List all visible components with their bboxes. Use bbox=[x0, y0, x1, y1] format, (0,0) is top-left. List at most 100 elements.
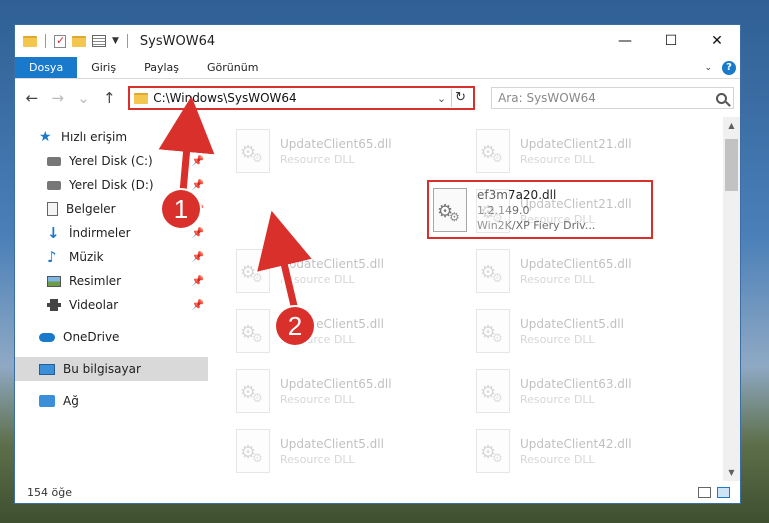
file-description: Resource DLL bbox=[520, 392, 595, 406]
address-path[interactable]: C:\Windows\SysWOW64 bbox=[153, 91, 432, 105]
dll-file-icon bbox=[476, 309, 510, 353]
dll-file-icon bbox=[476, 129, 510, 173]
file-description: Resource DLL bbox=[520, 332, 595, 346]
dll-file-icon bbox=[476, 429, 510, 473]
list-item[interactable]: UpdateClient5.dllResource DLL bbox=[232, 301, 462, 361]
tab-dosya[interactable]: Dosya bbox=[15, 57, 78, 78]
vertical-scrollbar[interactable]: ▲ ▼ bbox=[723, 117, 740, 481]
pin-icon[interactable]: 📌 bbox=[192, 300, 204, 311]
scroll-up-icon[interactable]: ▲ bbox=[723, 117, 740, 134]
file-description: Resource DLL bbox=[520, 152, 595, 166]
dll-file-icon bbox=[236, 309, 270, 353]
chevron-down-icon[interactable]: ⌄ bbox=[437, 92, 446, 105]
document-icon bbox=[47, 202, 58, 216]
search-icon[interactable] bbox=[715, 92, 727, 104]
callout-badge-2: 2 bbox=[276, 307, 314, 345]
list-item[interactable]: UpdateClient42.dllResource DLL bbox=[472, 421, 702, 481]
maximize-button[interactable]: ☐ bbox=[648, 25, 694, 57]
list-item[interactable]: UpdateClient65.dllResource DLL bbox=[232, 121, 462, 181]
file-description: Resource DLL bbox=[280, 452, 355, 466]
file-name: UpdateClient63.dll bbox=[520, 376, 632, 391]
music-note-icon: ♪ bbox=[47, 248, 57, 266]
customize-toolbar-icon[interactable] bbox=[92, 35, 106, 47]
tab-gorunum[interactable]: Görünüm bbox=[193, 57, 272, 78]
list-item[interactable]: UpdateClient21.dllResource DLL bbox=[472, 181, 702, 241]
file-name: UpdateClient65.dll bbox=[280, 136, 392, 151]
expand-ribbon-icon[interactable]: ⌄ bbox=[704, 63, 712, 73]
file-name: UpdateClient65.dll bbox=[280, 376, 392, 391]
list-item[interactable]: UpdateClient65.dllResource DLL bbox=[232, 361, 462, 421]
file-description: Resource DLL bbox=[280, 272, 355, 286]
dll-file-icon bbox=[236, 129, 270, 173]
sidebar-item-disk-c[interactable]: Yerel Disk (C:) 📌 bbox=[15, 149, 208, 173]
sidebar-item-label: Yerel Disk (C:) bbox=[69, 154, 153, 168]
pin-icon[interactable]: 📌 bbox=[192, 276, 204, 287]
minimize-button[interactable]: — bbox=[602, 25, 648, 57]
star-icon: ★ bbox=[39, 129, 52, 145]
tab-paylas[interactable]: Paylaş bbox=[130, 57, 193, 78]
sidebar-item-label: Müzik bbox=[69, 250, 104, 264]
pin-icon[interactable]: 📌 bbox=[192, 156, 204, 167]
file-description: Resource DLL bbox=[520, 452, 595, 466]
network-icon bbox=[39, 395, 55, 407]
list-item[interactable]: UpdateClient5.dllResource DLL bbox=[232, 421, 462, 481]
forward-arrow-icon[interactable]: → bbox=[47, 89, 69, 107]
sidebar-item-label: İndirmeler bbox=[69, 226, 131, 240]
search-input[interactable]: Ara: SysWOW64 bbox=[491, 87, 734, 109]
pin-icon[interactable]: 📌 bbox=[192, 180, 204, 191]
scroll-thumb[interactable] bbox=[725, 139, 738, 191]
sidebar-item-network[interactable]: Ağ bbox=[15, 389, 208, 413]
help-icon[interactable]: ? bbox=[722, 60, 736, 75]
close-button[interactable]: ✕ bbox=[694, 25, 740, 57]
pin-icon[interactable]: 📌 bbox=[192, 252, 204, 263]
up-arrow-icon[interactable]: ↑ bbox=[98, 89, 120, 107]
sidebar-item-onedrive[interactable]: OneDrive bbox=[15, 325, 208, 349]
file-description: Resource DLL bbox=[280, 392, 355, 406]
tab-giris[interactable]: Giriş bbox=[77, 57, 130, 78]
sidebar-item-label: Belgeler bbox=[66, 202, 116, 216]
toolbar-separator bbox=[126, 34, 128, 48]
file-name: UpdateClient42.dll bbox=[520, 436, 632, 451]
file-name: UpdateClient21.dll bbox=[520, 136, 632, 151]
file-name: UpdateClient5.dll bbox=[280, 436, 384, 451]
cloud-icon bbox=[39, 332, 55, 342]
picture-icon bbox=[47, 275, 61, 287]
address-bar[interactable]: C:\Windows\SysWOW64 ⌄ ↻ bbox=[128, 86, 476, 110]
disk-icon bbox=[47, 156, 61, 166]
sidebar-item-this-pc[interactable]: Bu bilgisayar bbox=[15, 357, 208, 381]
status-bar: 154 öğe bbox=[15, 481, 740, 503]
sidebar-item-videos[interactable]: Videolar 📌 bbox=[15, 293, 208, 317]
list-item[interactable]: UpdateClient5.dllResource DLL bbox=[232, 241, 462, 301]
recent-chevron-icon[interactable]: ⌄ bbox=[73, 89, 95, 107]
list-item[interactable]: UpdateClient65.dllResource DLL bbox=[472, 241, 702, 301]
sidebar-item-label: Bu bilgisayar bbox=[63, 362, 141, 376]
refresh-icon[interactable]: ↻ bbox=[451, 89, 469, 107]
large-icons-view-icon[interactable] bbox=[717, 486, 730, 498]
sidebar-item-label: Resimler bbox=[69, 274, 122, 288]
computer-icon bbox=[39, 363, 55, 375]
sidebar-item-music[interactable]: ♪ Müzik 📌 bbox=[15, 245, 208, 269]
scroll-down-icon[interactable]: ▼ bbox=[723, 464, 740, 481]
list-item[interactable]: UpdateClient21.dllResource DLL bbox=[472, 121, 702, 181]
sidebar-item-quick-access[interactable]: ★ Hızlı erişim bbox=[15, 125, 208, 149]
window-controls: — ☐ ✕ bbox=[602, 25, 740, 57]
dll-file-icon bbox=[236, 369, 270, 413]
back-arrow-icon[interactable]: ← bbox=[21, 89, 43, 107]
chevron-down-icon[interactable]: ▼ bbox=[112, 36, 119, 46]
file-list: UpdateClient65.dllResource DLL UpdateCli… bbox=[208, 117, 740, 481]
dll-file-icon bbox=[476, 189, 510, 233]
dll-file-icon bbox=[433, 187, 467, 232]
download-icon: ↓ bbox=[47, 224, 60, 242]
list-item[interactable]: UpdateClient5.dllResource DLL bbox=[472, 301, 702, 361]
new-folder-icon[interactable] bbox=[72, 35, 86, 47]
view-toggle bbox=[698, 486, 740, 498]
sidebar-item-pictures[interactable]: Resimler 📌 bbox=[15, 269, 208, 293]
search-placeholder: Ara: SysWOW64 bbox=[498, 91, 596, 105]
details-view-icon[interactable] bbox=[698, 486, 711, 498]
properties-check-icon[interactable] bbox=[54, 34, 66, 48]
file-description: Resource DLL bbox=[520, 212, 595, 226]
dll-file-icon bbox=[476, 249, 510, 293]
pin-icon[interactable]: 📌 bbox=[192, 228, 204, 239]
list-item[interactable]: UpdateClient63.dllResource DLL bbox=[472, 361, 702, 421]
file-name: UpdateClient21.dll bbox=[520, 196, 632, 211]
